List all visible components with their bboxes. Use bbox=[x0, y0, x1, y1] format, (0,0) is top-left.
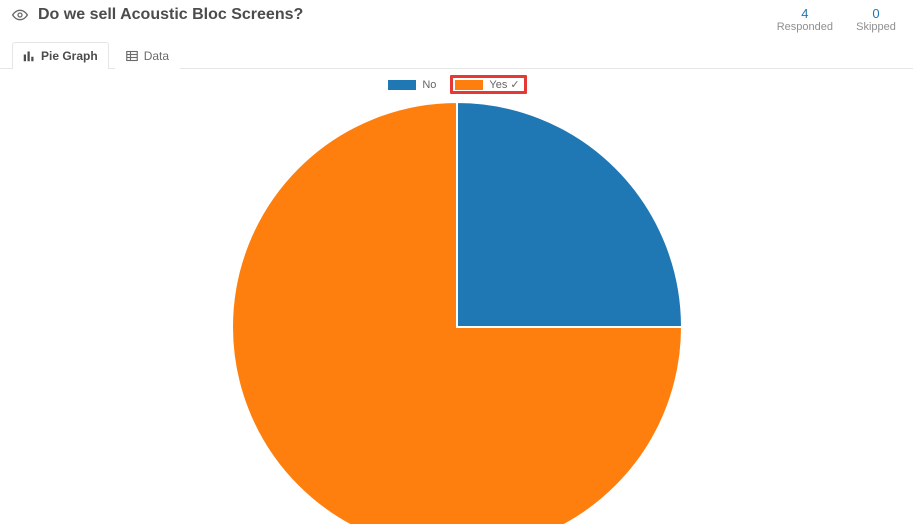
legend-item-yes[interactable]: Yes ✓ bbox=[450, 75, 526, 94]
bar-chart-icon bbox=[23, 50, 35, 62]
survey-question-panel: Do we sell Acoustic Bloc Screens? 4 Resp… bbox=[0, 0, 913, 524]
pie-slice-no[interactable] bbox=[457, 102, 682, 327]
question-title: Do we sell Acoustic Bloc Screens? bbox=[38, 6, 303, 24]
stat-responded[interactable]: 4 Responded bbox=[777, 6, 833, 33]
legend-swatch-no bbox=[388, 80, 416, 90]
tab-pie-label: Pie Graph bbox=[41, 49, 98, 63]
table-icon bbox=[126, 50, 138, 62]
legend-label-no: No bbox=[422, 79, 436, 91]
eye-icon bbox=[12, 7, 28, 23]
tab-pie-graph[interactable]: Pie Graph bbox=[12, 42, 109, 69]
stat-responded-value: 4 bbox=[801, 6, 808, 21]
tab-data[interactable]: Data bbox=[115, 42, 180, 69]
stat-skipped-value: 0 bbox=[872, 6, 879, 21]
chart-area: No Yes ✓ bbox=[0, 69, 913, 524]
stat-skipped[interactable]: 0 Skipped bbox=[851, 6, 901, 33]
chart-legend: No Yes ✓ bbox=[0, 69, 913, 94]
legend-item-no[interactable]: No bbox=[386, 75, 438, 94]
stat-responded-label: Responded bbox=[777, 21, 833, 33]
legend-label-yes: Yes ✓ bbox=[489, 78, 519, 91]
response-stats: 4 Responded 0 Skipped bbox=[777, 6, 901, 33]
legend-swatch-yes bbox=[455, 80, 483, 90]
stat-skipped-label: Skipped bbox=[856, 21, 896, 33]
tab-data-label: Data bbox=[144, 49, 169, 63]
pie-chart[interactable] bbox=[227, 97, 687, 524]
header: Do we sell Acoustic Bloc Screens? 4 Resp… bbox=[0, 0, 913, 33]
pie-svg bbox=[227, 97, 687, 524]
title-wrap: Do we sell Acoustic Bloc Screens? bbox=[12, 6, 777, 24]
view-tabs: Pie Graph Data bbox=[0, 33, 913, 69]
